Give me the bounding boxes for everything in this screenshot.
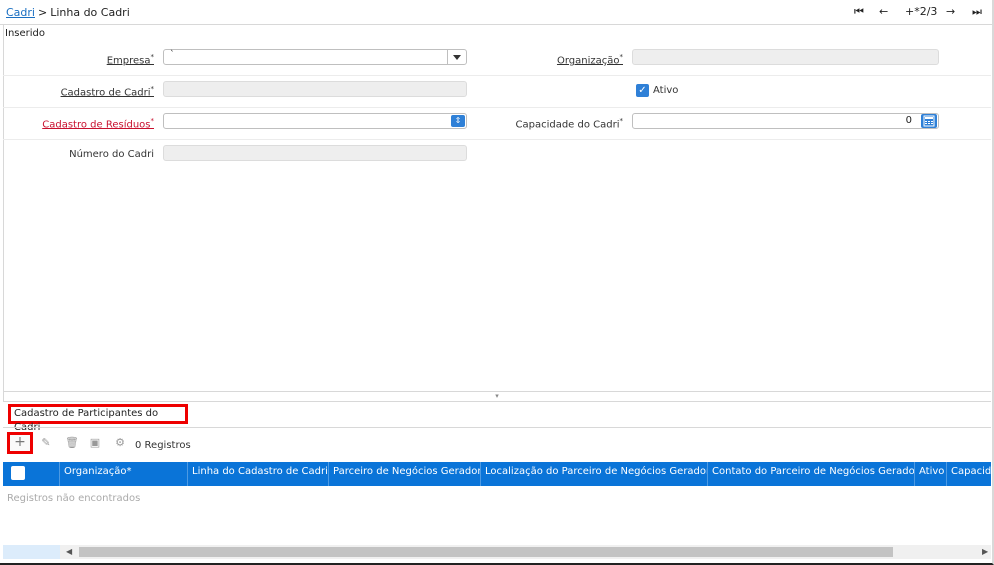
numero-cadri-label: Número do Cadri (69, 149, 154, 160)
column-header-organizacao[interactable]: Organização* (60, 462, 188, 486)
tab-cadastro-participantes[interactable]: Cadastro de Participantes do Cadri (8, 404, 188, 433)
empresa-select[interactable]: ` (163, 49, 467, 65)
scroll-right-icon[interactable]: ▶ (982, 547, 988, 556)
cadastro-residuos-select[interactable]: ⇕ (163, 113, 467, 129)
list-selector-icon[interactable]: ⇕ (451, 115, 465, 127)
scrollbar-frozen-area (3, 545, 60, 559)
calculator-icon[interactable] (921, 114, 937, 128)
records-count: 0 Registros (135, 440, 191, 451)
trash-icon[interactable]: 🗑 (65, 437, 79, 449)
form-row-cadastro-cadri: Cadastro de Cadri* ✓ Ativo (3, 75, 991, 108)
tab-divider (3, 427, 991, 428)
form-row-numero: Número do Cadri (3, 139, 991, 171)
capacidade-value: 0 (905, 115, 912, 126)
grid-header: Organização* Linha do Cadastro de Cadri*… (3, 462, 991, 486)
breadcrumb-current: Linha do Cadri (50, 6, 130, 19)
add-record-button[interactable]: + (7, 432, 33, 454)
next-record-icon[interactable]: → (946, 5, 955, 19)
empresa-value: ` (170, 50, 175, 60)
organizacao-label: Organização* (556, 53, 623, 67)
cadastro-residuos-label: Cadastro de Resíduos* (42, 117, 154, 131)
record-indicator: +*2/3 (905, 5, 938, 18)
window: Cadri > Linha do Cadri ⏮ ← +*2/3 → ⏭ Inser… (0, 0, 994, 565)
column-header-ativo[interactable]: Ativo (915, 462, 947, 486)
capacidade-input[interactable]: 0 (632, 113, 939, 129)
empty-grid-message: Registros não encontrados (7, 493, 141, 504)
select-all-checkbox[interactable] (11, 466, 25, 480)
last-record-icon[interactable]: ⏭ (972, 5, 982, 19)
breadcrumb-link-cadri[interactable]: Cadri (6, 6, 35, 19)
horizontal-scrollbar[interactable]: ◀ ▶ (3, 545, 991, 559)
column-header-linha-cadastro[interactable]: Linha do Cadastro de Cadri* (188, 462, 329, 486)
panel-splitter[interactable]: ▾ (3, 391, 991, 402)
capacidade-label: Capacidade do Cadri* (515, 117, 623, 131)
grid-select-all-cell (3, 462, 60, 486)
column-header-parceiro-gerador[interactable]: Parceiro de Negócios Gerador* (329, 462, 481, 486)
form-row-residuos: Cadastro de Resíduos* ⇕ Capacidade do Ca… (3, 107, 991, 140)
breadcrumb: Cadri > Linha do Cadri (6, 6, 130, 19)
gear-icon[interactable]: ⚙ (114, 437, 126, 449)
record-status: Inserido (5, 28, 46, 39)
edit-icon[interactable]: ✎ (40, 437, 52, 449)
save-icon[interactable]: ▣ (89, 437, 101, 449)
column-header-localizacao-parceiro[interactable]: Localização do Parceiro de Negócios Gera… (481, 462, 708, 486)
chevron-down-icon[interactable] (447, 50, 466, 64)
column-header-capacidade[interactable]: Capacida (947, 462, 991, 486)
cadastro-cadri-field (163, 81, 467, 97)
numero-cadri-field (163, 145, 467, 161)
organizacao-field (632, 49, 939, 65)
ativo-label: Ativo (653, 85, 679, 96)
header-bar: Cadri > Linha do Cadri ⏮ ← +*2/3 → ⏭ (0, 0, 992, 25)
scrollbar-thumb[interactable] (79, 547, 893, 557)
previous-record-icon[interactable]: ← (879, 5, 888, 19)
plus-icon: + (14, 434, 26, 450)
scroll-left-icon[interactable]: ◀ (66, 547, 72, 556)
first-record-icon[interactable]: ⏮ (854, 5, 864, 19)
empresa-label: Empresa* (106, 53, 154, 67)
cadastro-cadri-label: Cadastro de Cadri* (60, 85, 154, 99)
ativo-checkbox[interactable]: ✓ (636, 84, 649, 97)
column-header-contato-parceiro[interactable]: Contato do Parceiro de Negócios Gerador* (708, 462, 915, 486)
breadcrumb-separator: > (37, 6, 48, 19)
form-row-empresa: Empresa* ` Organização* (3, 43, 991, 76)
